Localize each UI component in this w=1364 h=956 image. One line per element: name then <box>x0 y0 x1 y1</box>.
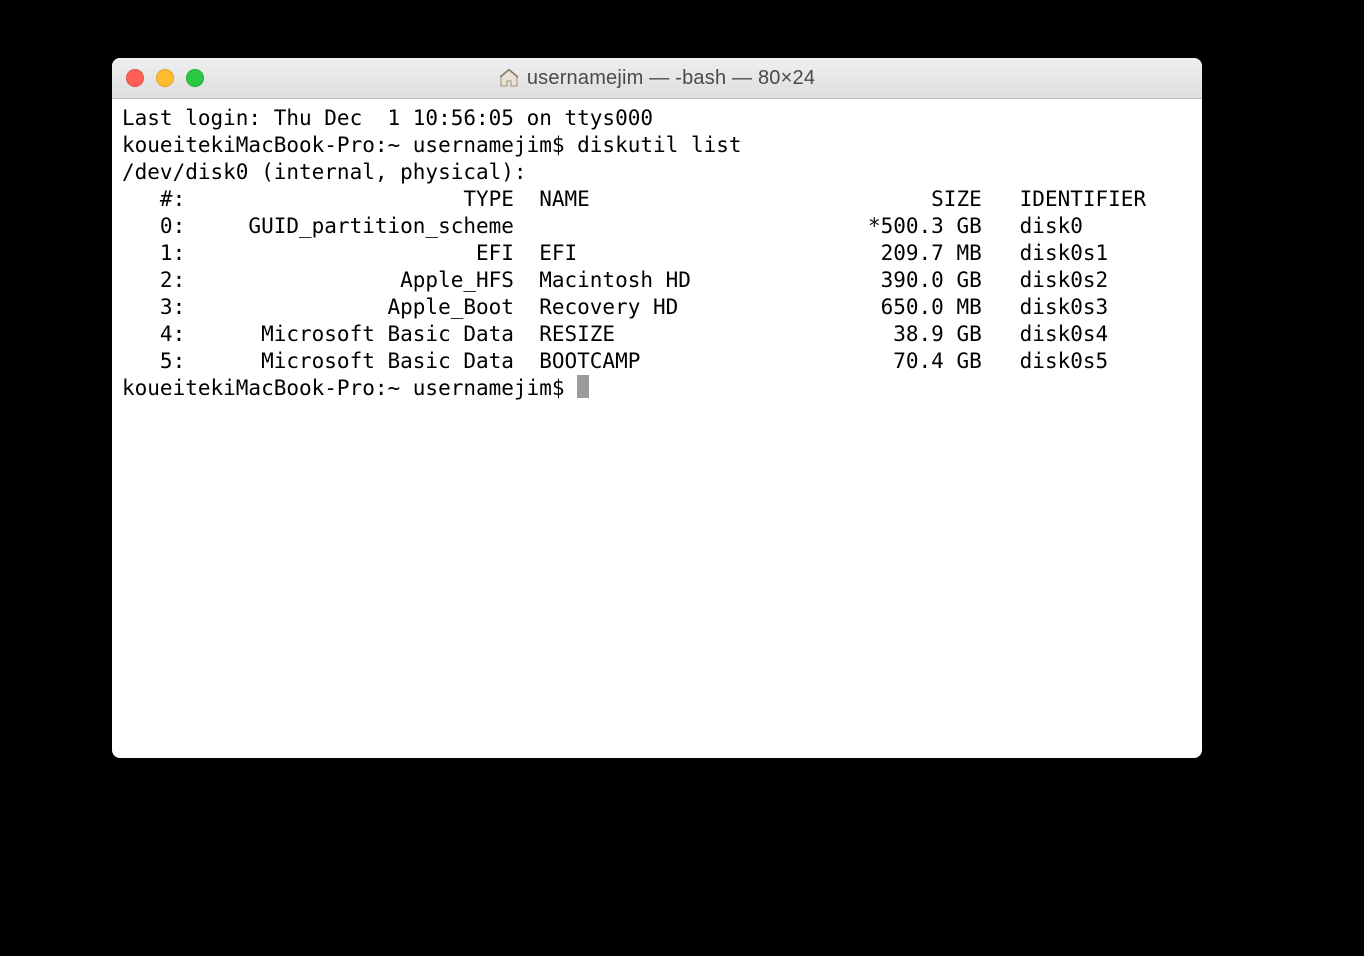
cursor <box>577 375 589 398</box>
traffic-lights <box>126 69 204 87</box>
window-title-wrap: usernamejim — -bash — 80×24 <box>112 67 1202 90</box>
titlebar[interactable]: usernamejim — -bash — 80×24 <box>112 58 1202 99</box>
terminal-output[interactable]: Last login: Thu Dec 1 10:56:05 on ttys00… <box>112 99 1202 412</box>
minimize-button[interactable] <box>156 69 174 87</box>
home-icon <box>499 69 519 87</box>
terminal-window: usernamejim — -bash — 80×24 Last login: … <box>112 58 1202 758</box>
close-button[interactable] <box>126 69 144 87</box>
window-title: usernamejim — -bash — 80×24 <box>527 67 815 90</box>
zoom-button[interactable] <box>186 69 204 87</box>
